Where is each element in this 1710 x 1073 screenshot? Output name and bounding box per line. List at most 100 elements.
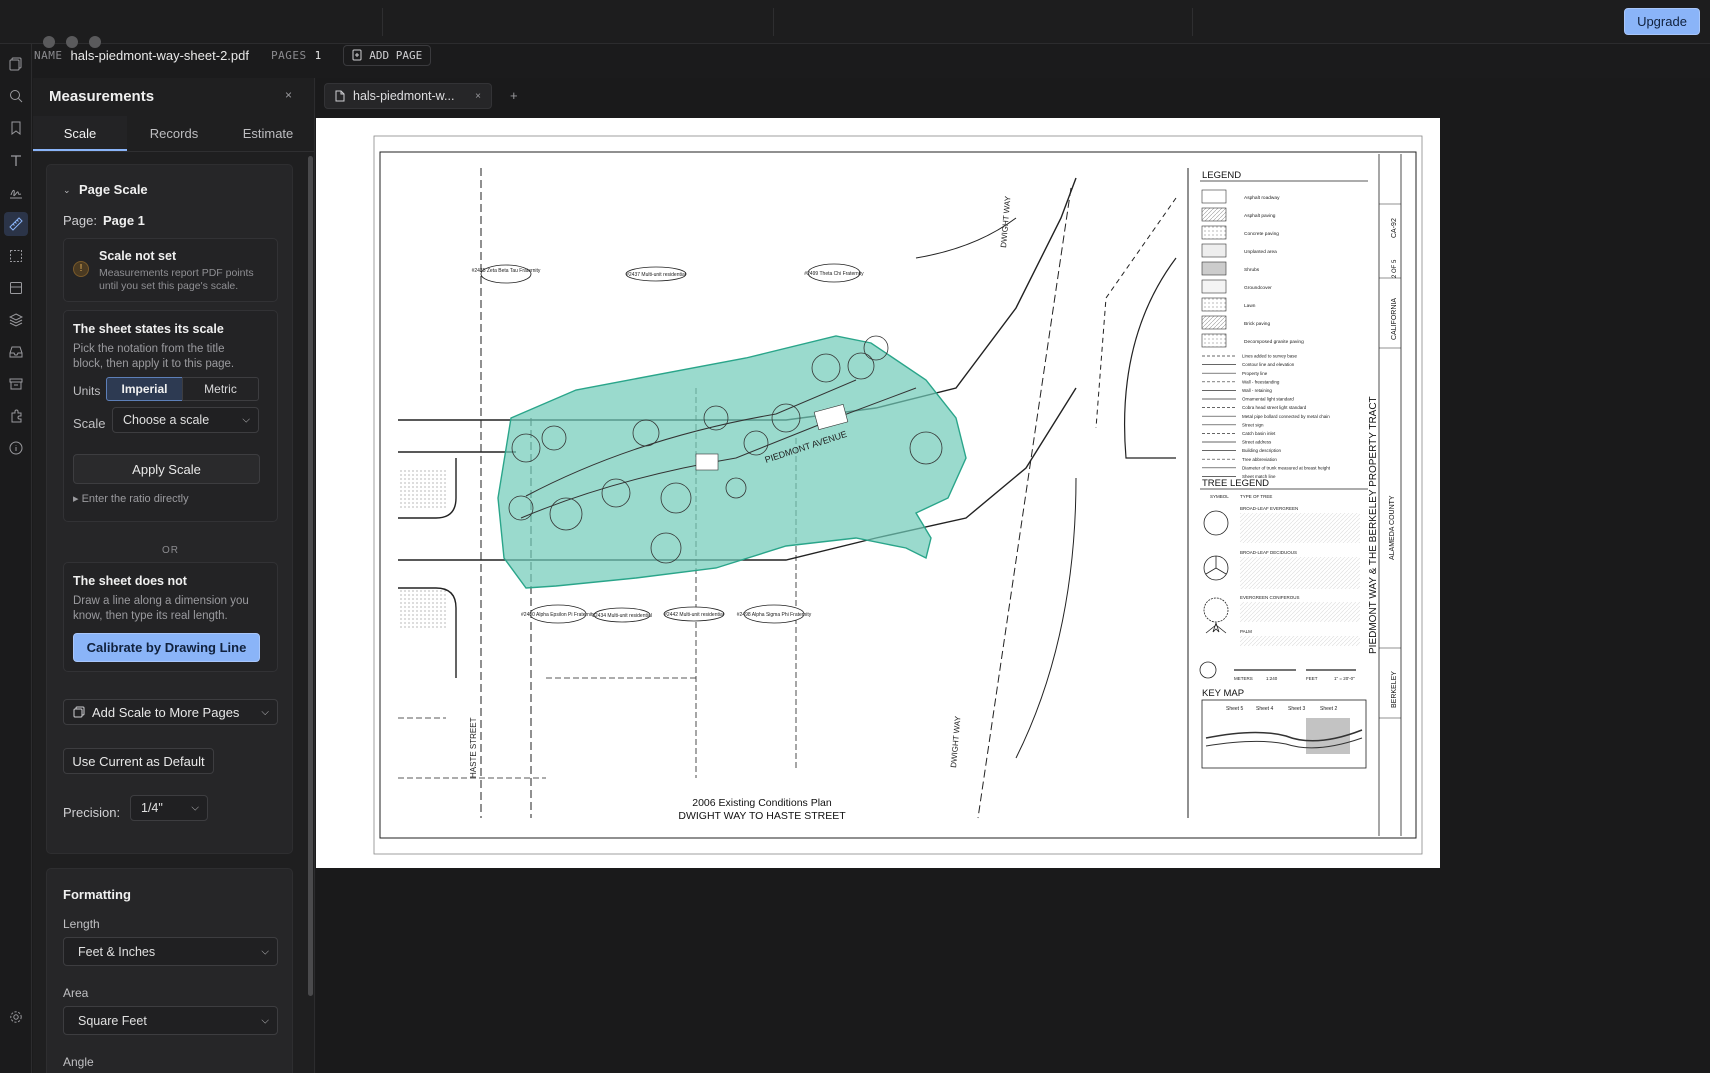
area-label: Area	[63, 986, 89, 1000]
text-icon[interactable]	[8, 152, 24, 168]
plan-title-2: DWIGHT WAY TO HASTE STREET	[678, 810, 846, 822]
document-tab-label: hals-piedmont-w...	[353, 89, 455, 103]
title-block-sheet-no: CA-92	[1391, 218, 1398, 238]
legend-line-label: Property line	[1242, 371, 1268, 376]
length-value: Feet & Inches	[78, 944, 156, 959]
top-bar: Upgrade	[0, 0, 1710, 44]
legend-title: LEGEND	[1202, 170, 1241, 181]
document-tab[interactable]: hals-piedmont-w... ×	[324, 83, 492, 109]
upgrade-button[interactable]: Upgrade	[1624, 8, 1700, 35]
page-scale-card: ⌄ Page Scale Page: Page 1 ! Scale not se…	[46, 164, 293, 854]
warning-icon: !	[73, 261, 89, 277]
inbox-icon[interactable]	[8, 344, 24, 360]
tree-group: BROAD-LEAF EVERGREEN	[1240, 506, 1298, 511]
scale-inches: 1" = 20'-0"	[1334, 676, 1355, 681]
legend-item: Asphalt roadway	[1244, 195, 1280, 201]
topbar-divider	[382, 8, 383, 36]
building-label: #2437 Multi-unit residential	[626, 272, 686, 278]
legend-swatch	[1201, 189, 1227, 204]
legend-swatch	[1201, 297, 1227, 312]
units-imperial-toggle[interactable]: Imperial	[106, 377, 183, 401]
plugin-icon[interactable]	[8, 408, 24, 424]
legend-line-label: Metal pipe bollard connected by metal ch…	[1242, 414, 1330, 419]
tree-col-type: TYPE OF TREE	[1240, 494, 1272, 499]
states-text-1: Pick the notation from the title	[73, 343, 225, 355]
legend-item: Unplanted area	[1244, 249, 1277, 255]
building-label: #2425 Zeta Beta Tau Fraternity	[472, 268, 541, 274]
states-text-2: block, then apply it to this page.	[73, 358, 235, 370]
or-divider: OR	[162, 545, 179, 556]
building-label: #2442 Multi-unit residential	[664, 612, 724, 618]
precision-select[interactable]: 1/4" ⌵	[130, 795, 208, 821]
chevron-down-icon: ⌵	[261, 1015, 269, 1026]
form-icon[interactable]	[8, 280, 24, 296]
page-scale-heading[interactable]: Page Scale	[79, 182, 148, 197]
length-select[interactable]: Feet & Inches ⌵	[63, 937, 278, 966]
topbar-divider	[1192, 8, 1193, 36]
tab-close-icon[interactable]: ×	[475, 91, 481, 102]
legend-line-label: Ornamental light standard	[1242, 397, 1294, 402]
archive-icon[interactable]	[8, 376, 24, 392]
measure-ruler-icon[interactable]	[4, 212, 28, 236]
legend-item: Asphalt paving	[1244, 213, 1276, 219]
chevron-down-icon: ⌵	[242, 414, 250, 426]
add-scale-more-pages-button[interactable]: Add Scale to More Pages ⌵	[63, 699, 278, 725]
not-title: The sheet does not	[73, 574, 187, 588]
tree-group: BROAD-LEAF DECIDUOUS	[1240, 550, 1297, 555]
enter-ratio-link[interactable]: ▸ Enter the ratio directly	[73, 492, 189, 505]
apply-scale-button[interactable]: Apply Scale	[73, 454, 260, 484]
new-tab-button[interactable]: +	[510, 88, 518, 103]
title-block-city: BERKELEY	[1391, 671, 1398, 708]
keymap-sheet: Sheet 4	[1256, 706, 1273, 712]
settings-gear-icon[interactable]	[8, 1009, 24, 1025]
name-label: NAME	[34, 48, 63, 62]
tab-scale[interactable]: Scale	[33, 116, 127, 151]
legend-item: Shrubs	[1244, 267, 1260, 273]
bookmark-icon[interactable]	[8, 120, 24, 136]
units-metric-toggle[interactable]: Metric	[182, 377, 259, 401]
document-viewer: hals-piedmont-w... × + #2425 Zeta Beta T…	[316, 78, 1710, 1073]
units-label: Units	[73, 384, 101, 398]
use-current-default-button[interactable]: Use Current as Default	[63, 748, 214, 774]
pdf-page[interactable]: #2425 Zeta Beta Tau Fraternity #2437 Mul…	[316, 118, 1440, 868]
collapse-chevron-icon[interactable]: ⌄	[63, 185, 71, 196]
building-label: #2499 Theta Chi Fraternity	[804, 271, 864, 277]
copy-icon	[73, 706, 85, 718]
disclosure-triangle-icon: ▸	[73, 493, 82, 505]
file-name[interactable]: hals-piedmont-way-sheet-2.pdf	[71, 48, 249, 63]
scale-select[interactable]: Choose a scale ⌵	[112, 407, 259, 433]
formatting-card: Formatting Length Feet & Inches ⌵ Area S…	[46, 868, 293, 1073]
title-block-county: ALAMEDA COUNTY	[1389, 495, 1396, 560]
legend-line-label: Wall - freestanding	[1242, 379, 1280, 384]
panel-scrollbar[interactable]	[308, 156, 313, 996]
info-icon[interactable]	[8, 440, 24, 456]
area-value: Square Feet	[78, 1013, 147, 1028]
tab-records[interactable]: Records	[127, 116, 221, 151]
legend-line-label: Street sign	[1242, 422, 1264, 427]
title-block-sheet-of: 2 OF 5	[1392, 259, 1398, 278]
scale-label: Scale	[73, 416, 106, 431]
legend-item: Decomposed granite paving	[1244, 339, 1304, 345]
add-page-icon	[352, 49, 362, 61]
add-page-button[interactable]: ADD PAGE	[343, 44, 432, 66]
warning-text-1: Measurements report PDF points	[99, 267, 254, 279]
file-bar: NAME hals-piedmont-way-sheet-2.pdf PAGES…	[34, 40, 432, 70]
chevron-down-icon: ⌵	[261, 706, 269, 718]
pages-icon[interactable]	[8, 56, 24, 72]
add-page-label: ADD PAGE	[369, 48, 423, 62]
panel-close-button[interactable]: ×	[285, 88, 292, 102]
area-select[interactable]: Square Feet ⌵	[63, 1006, 278, 1035]
measurements-panel: Measurements × Scale Records Estimate ⌄ …	[33, 78, 315, 1073]
select-area-icon[interactable]	[8, 248, 24, 264]
not-text-2: know, then type its real length.	[73, 610, 228, 622]
building-label: #2498 Alpha Sigma Phi Fraternity	[737, 612, 812, 618]
calibrate-button[interactable]: Calibrate by Drawing Line	[73, 633, 260, 662]
search-icon[interactable]	[8, 88, 24, 104]
tab-estimate[interactable]: Estimate	[221, 116, 314, 151]
chevron-down-icon: ⌵	[261, 946, 269, 957]
legend-line-label: Tree abbreviation	[1242, 457, 1277, 462]
layers-icon[interactable]	[8, 312, 24, 328]
formatting-heading: Formatting	[63, 887, 131, 902]
signature-icon[interactable]	[8, 184, 24, 200]
legend-item: Concrete paving	[1244, 231, 1279, 237]
